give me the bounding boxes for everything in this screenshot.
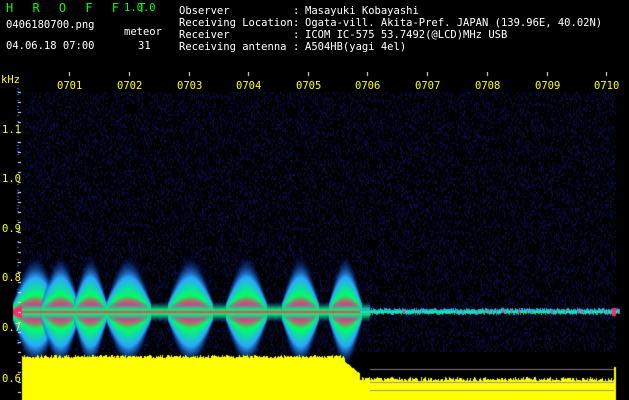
meteor-label: meteor <box>124 26 162 38</box>
info-location-key: Receiving Location <box>179 17 293 29</box>
freq-tick-label: 0.8 <box>2 272 21 284</box>
time-tick-label: 0707 <box>415 80 441 92</box>
info-location-value: Ogata-vill. Akita-Pref. JAPAN (139.96E, … <box>305 17 603 29</box>
info-colon: : <box>293 41 300 53</box>
freq-tick-label: 0.7 <box>2 322 21 334</box>
time-tick-label: 0704 <box>236 80 262 92</box>
time-tick-label: 0706 <box>355 80 381 92</box>
info-colon: : <box>293 29 300 41</box>
time-tick-label: 0701 <box>57 80 83 92</box>
meteor-count: 31 <box>138 40 151 52</box>
info-observer-key: Observer <box>179 5 230 17</box>
y-axis-unit: kHz <box>1 74 20 86</box>
time-tick-label: 0710 <box>594 80 620 92</box>
info-receiver-value: ICOM IC-575 53.7492(@LCD)MHz USB <box>305 29 508 41</box>
time-tick-label: 0703 <box>177 80 203 92</box>
info-antenna-key: Receiving antenna <box>179 41 287 53</box>
app-version: 1.0.0 <box>124 2 156 14</box>
info-colon: : <box>293 5 300 17</box>
time-tick-label: 0708 <box>475 80 501 92</box>
freq-tick-label: 0.9 <box>2 223 21 235</box>
spectrogram-area: kHz 0701 0702 0703 0704 0705 0706 0707 0708 0709… <box>0 72 629 400</box>
time-tick-label: 0709 <box>535 80 561 92</box>
date-time: 04.06.18 07:00 <box>6 40 95 52</box>
freq-tick-label: 0.6 <box>2 373 21 385</box>
freq-tick-label: 1.1 <box>2 124 21 136</box>
info-antenna-value: A504HB(yagi 4el) <box>305 41 407 53</box>
info-receiver-key: Receiver <box>179 29 230 41</box>
info-observer-value: Masayuki Kobayashi <box>305 5 419 17</box>
spectrogram-canvas <box>0 72 629 400</box>
info-colon: : <box>293 17 300 29</box>
file-name: 0406180700.png <box>6 19 95 31</box>
time-tick-label: 0705 <box>296 80 322 92</box>
time-tick-label: 0702 <box>117 80 143 92</box>
freq-tick-label: 1.0 <box>2 173 21 185</box>
